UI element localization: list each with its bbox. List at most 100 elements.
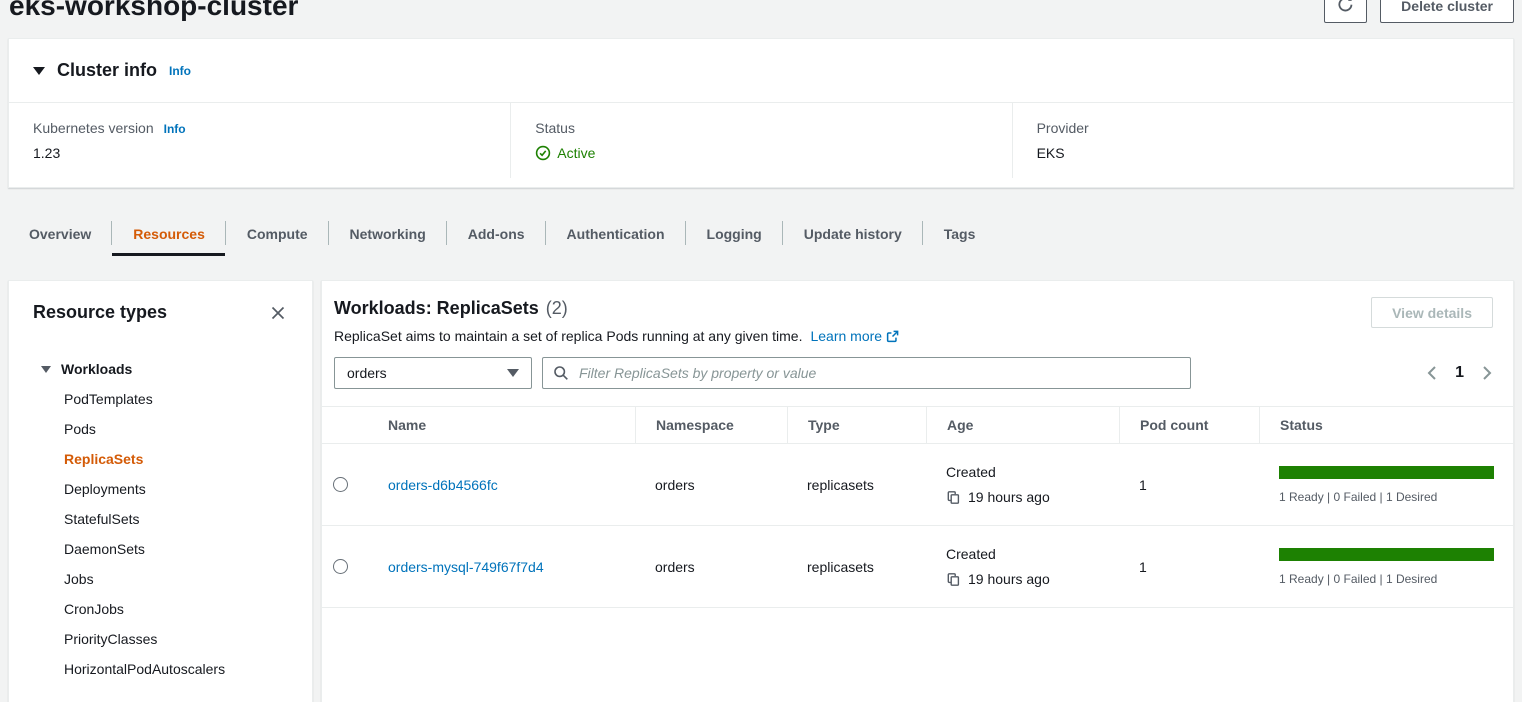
copy-icon[interactable] — [946, 572, 961, 587]
age-value: 19 hours ago — [968, 571, 1050, 587]
copy-icon[interactable] — [946, 490, 961, 505]
tab-overview[interactable]: Overview — [8, 211, 112, 256]
tab-resources[interactable]: Resources — [112, 211, 226, 256]
resources-content: Resource types Workloads PodTemplates Po… — [8, 280, 1514, 702]
cell-namespace: orders — [635, 526, 787, 607]
sidebar-item-podtemplates[interactable]: PodTemplates — [64, 384, 288, 414]
tree-group-workloads[interactable]: Workloads — [33, 354, 288, 384]
column-header-status[interactable]: Status — [1259, 407, 1513, 443]
pagination: 1 — [1425, 364, 1494, 382]
column-header-name[interactable]: Name — [368, 407, 635, 443]
column-header-pod-count[interactable]: Pod count — [1119, 407, 1259, 443]
row-radio-button[interactable] — [333, 477, 348, 492]
resource-types-sidebar: Resource types Workloads PodTemplates Po… — [8, 280, 313, 702]
tab-networking[interactable]: Networking — [329, 211, 447, 256]
cell-age: Created 19 hours ago — [926, 526, 1119, 607]
replicasets-title: Workloads: ReplicaSets — [334, 298, 539, 319]
view-details-button[interactable]: View details — [1371, 297, 1493, 328]
sidebar-item-horizontalpodautoscalers[interactable]: HorizontalPodAutoscalers — [64, 654, 288, 684]
eks-cluster-page: eks-workshop-cluster Delete cluster Clus… — [0, 0, 1522, 702]
sidebar-item-priorityclasses[interactable]: PriorityClasses — [64, 624, 288, 654]
cell-age: Created 19 hours ago — [926, 444, 1119, 525]
age-value: 19 hours ago — [968, 489, 1050, 505]
replicaset-name-link[interactable]: orders-d6b4566fc — [388, 477, 498, 493]
status-progress-bar — [1279, 548, 1494, 561]
provider-label: Provider — [1037, 120, 1089, 136]
tree-group-cluster[interactable]: Cluster — [33, 698, 288, 702]
learn-more-link[interactable]: Learn more — [810, 328, 898, 344]
row-radio-button[interactable] — [333, 559, 348, 574]
column-header-age[interactable]: Age — [926, 407, 1119, 443]
tab-compute[interactable]: Compute — [226, 211, 329, 256]
replicasets-count: (2) — [546, 298, 568, 319]
cell-status: 1 Ready | 0 Failed | 1 Desired — [1259, 526, 1513, 607]
sidebar-item-jobs[interactable]: Jobs — [64, 564, 288, 594]
close-icon — [270, 309, 286, 324]
table-row: orders-d6b4566fc orders replicasets Crea… — [322, 444, 1513, 526]
tree-group-label: Workloads — [61, 361, 132, 377]
tab-update-history[interactable]: Update history — [783, 211, 923, 256]
cell-status: 1 Ready | 0 Failed | 1 Desired — [1259, 444, 1513, 525]
tab-logging[interactable]: Logging — [686, 211, 783, 256]
sidebar-item-daemonsets[interactable]: DaemonSets — [64, 534, 288, 564]
kubernetes-version-field: Kubernetes version Info 1.23 — [9, 103, 510, 178]
current-page-number[interactable]: 1 — [1455, 364, 1464, 382]
kubernetes-version-value: 1.23 — [33, 145, 486, 161]
status-summary-text: 1 Ready | 0 Failed | 1 Desired — [1279, 490, 1494, 504]
table-header-row: Name Namespace Type Age Pod count Status — [322, 406, 1513, 444]
status-label: Status — [535, 120, 575, 136]
age-created-label: Created — [946, 546, 1050, 562]
cell-pod-count: 1 — [1119, 526, 1259, 607]
column-header-type[interactable]: Type — [787, 407, 926, 443]
sidebar-item-statefulsets[interactable]: StatefulSets — [64, 504, 288, 534]
close-sidebar-button[interactable] — [268, 303, 288, 323]
replicaset-name-link[interactable]: orders-mysql-749f67f7d4 — [388, 559, 544, 575]
tab-authentication[interactable]: Authentication — [546, 211, 686, 256]
cell-namespace: orders — [635, 444, 787, 525]
provider-value: EKS — [1037, 145, 1489, 161]
cluster-tabs: Overview Resources Compute Networking Ad… — [8, 211, 996, 256]
status-progress-bar — [1279, 466, 1494, 479]
replicasets-panel: Workloads: ReplicaSets (2) ReplicaSet ai… — [321, 280, 1514, 702]
tab-tags[interactable]: Tags — [923, 211, 997, 256]
status-value: Active — [557, 145, 595, 161]
table-row: orders-mysql-749f67f7d4 orders replicase… — [322, 526, 1513, 608]
provider-field: Provider EKS — [1012, 103, 1513, 178]
refresh-button[interactable] — [1324, 0, 1367, 23]
sidebar-item-replicasets[interactable]: ReplicaSets — [64, 444, 288, 474]
replicasets-table: Name Namespace Type Age Pod count Status… — [322, 406, 1513, 608]
search-icon — [553, 365, 569, 381]
namespace-filter-dropdown[interactable]: orders — [334, 357, 532, 389]
sidebar-item-deployments[interactable]: Deployments — [64, 474, 288, 504]
resource-types-title: Resource types — [33, 302, 167, 323]
cell-type: replicasets — [787, 526, 926, 607]
sidebar-item-pods[interactable]: Pods — [64, 414, 288, 444]
status-field: Status Active — [510, 103, 1011, 178]
next-page-button[interactable] — [1480, 365, 1494, 381]
age-created-label: Created — [946, 464, 1050, 480]
cluster-info-panel: Cluster info Info Kubernetes version Inf… — [8, 38, 1514, 188]
cluster-info-title: Cluster info — [57, 60, 157, 81]
collapse-caret-icon[interactable] — [33, 67, 45, 75]
namespace-filter-value: orders — [347, 365, 387, 381]
kubernetes-version-info-link[interactable]: Info — [164, 122, 186, 136]
replicasets-search-box — [542, 357, 1191, 389]
kubernetes-version-label: Kubernetes version — [33, 120, 154, 136]
status-summary-text: 1 Ready | 0 Failed | 1 Desired — [1279, 572, 1494, 586]
select-all-column-header — [322, 407, 368, 443]
column-header-namespace[interactable]: Namespace — [635, 407, 787, 443]
refresh-icon — [1337, 0, 1354, 16]
cell-pod-count: 1 — [1119, 444, 1259, 525]
previous-page-button[interactable] — [1425, 365, 1439, 381]
replicasets-description: ReplicaSet aims to maintain a set of rep… — [334, 328, 802, 344]
sidebar-item-cronjobs[interactable]: CronJobs — [64, 594, 288, 624]
cluster-info-header[interactable]: Cluster info Info — [9, 39, 1513, 103]
external-link-icon — [886, 330, 899, 343]
cluster-info-info-link[interactable]: Info — [169, 64, 191, 78]
tab-add-ons[interactable]: Add-ons — [447, 211, 546, 256]
search-input[interactable] — [577, 364, 1180, 382]
page-title: eks-workshop-cluster — [9, 0, 298, 26]
header-actions: Delete cluster — [1324, 0, 1514, 23]
delete-cluster-button[interactable]: Delete cluster — [1380, 0, 1514, 23]
chevron-down-icon — [41, 366, 51, 373]
